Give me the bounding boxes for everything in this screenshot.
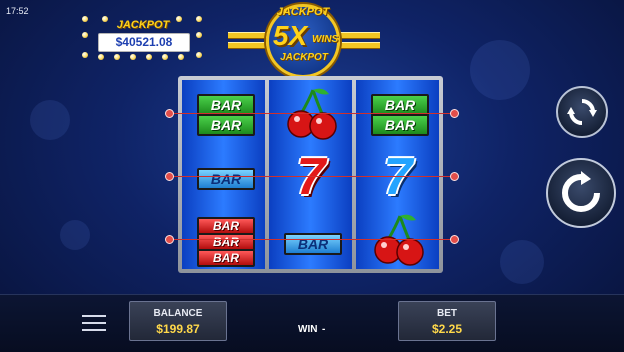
balance-value: $199.87 <box>156 322 200 336</box>
logo-wing-right <box>336 32 380 39</box>
seven-symbol-blue: 7 <box>383 148 413 206</box>
spin-icon <box>562 171 600 212</box>
bet-button[interactable]: BET $2.25 <box>398 301 496 341</box>
balance-label: BALANCE <box>153 308 203 319</box>
cherry-icon <box>374 214 424 266</box>
reel-1: BAR BAR BAR BAR BAR BAR <box>182 80 265 269</box>
seven-symbol-red: 7 <box>296 148 326 206</box>
jackpot-5x-logo: JACKPOT 5X WINS JACKPOT <box>228 2 388 78</box>
marquee-light <box>196 52 202 58</box>
marquee-light <box>178 54 184 60</box>
win-value: - <box>322 324 326 335</box>
bet-value: $2.25 <box>431 322 463 336</box>
cherry-icon <box>287 88 337 140</box>
payline-marker <box>450 235 459 244</box>
bet-label: BET <box>437 308 457 319</box>
jackpot-label: JACKPOT <box>116 19 170 31</box>
marquee-light <box>98 54 104 60</box>
payline-marker <box>450 109 459 118</box>
jackpot-value: $40521.08 <box>98 33 190 52</box>
logo-text-wins: WINS <box>312 34 339 45</box>
payline-marker <box>450 172 459 181</box>
bokeh-light <box>60 220 90 250</box>
jackpot-panel: JACKPOT $40521.08 <box>82 16 202 60</box>
spin-button[interactable] <box>546 158 616 228</box>
logo-text-bottom: JACKPOT <box>280 52 328 63</box>
logo-text-multiplier: 5X <box>272 20 308 51</box>
marquee-light <box>146 54 152 60</box>
status-time: 17:52 <box>6 6 29 16</box>
logo-wing-right <box>336 42 380 49</box>
payline-marker <box>165 109 174 118</box>
control-bar: BALANCE $199.87 WIN - BET $2.25 <box>0 294 624 352</box>
payline-middle <box>170 176 454 177</box>
autoplay-button[interactable] <box>556 86 608 138</box>
bokeh-light <box>500 240 544 284</box>
bokeh-light <box>30 100 70 140</box>
marquee-light <box>82 52 88 58</box>
bar-symbol-green: BAR <box>197 114 255 136</box>
reel-2: 7 BAR <box>269 80 352 269</box>
bokeh-light <box>470 40 530 100</box>
marquee-light <box>82 32 88 38</box>
logo-text-top: JACKPOT <box>276 6 330 18</box>
win-label: WIN <box>298 324 318 335</box>
payline-top <box>170 113 454 114</box>
bar-symbol-blue: BAR <box>284 233 342 255</box>
payline-marker <box>165 235 174 244</box>
hamburger-icon[interactable] <box>82 315 106 333</box>
bar-symbol-green: BAR <box>371 114 429 136</box>
balance-panel: BALANCE $199.87 <box>129 301 227 341</box>
autoplay-icon <box>567 99 597 125</box>
logo-wing-left <box>228 32 268 39</box>
marquee-light <box>114 54 120 60</box>
bar-symbol-red: BAR <box>197 249 255 267</box>
reel-3: BAR BAR 7 <box>356 80 439 269</box>
marquee-light <box>162 54 168 60</box>
reel-frame: BAR BAR BAR BAR BAR BAR 7 BAR BAR BAR 7 <box>178 76 443 273</box>
logo-wing-left <box>228 42 268 49</box>
marquee-light <box>196 32 202 38</box>
payline-bottom <box>170 239 454 240</box>
payline-marker <box>165 172 174 181</box>
marquee-light <box>130 54 136 60</box>
bar-symbol-blue: BAR <box>197 168 255 190</box>
